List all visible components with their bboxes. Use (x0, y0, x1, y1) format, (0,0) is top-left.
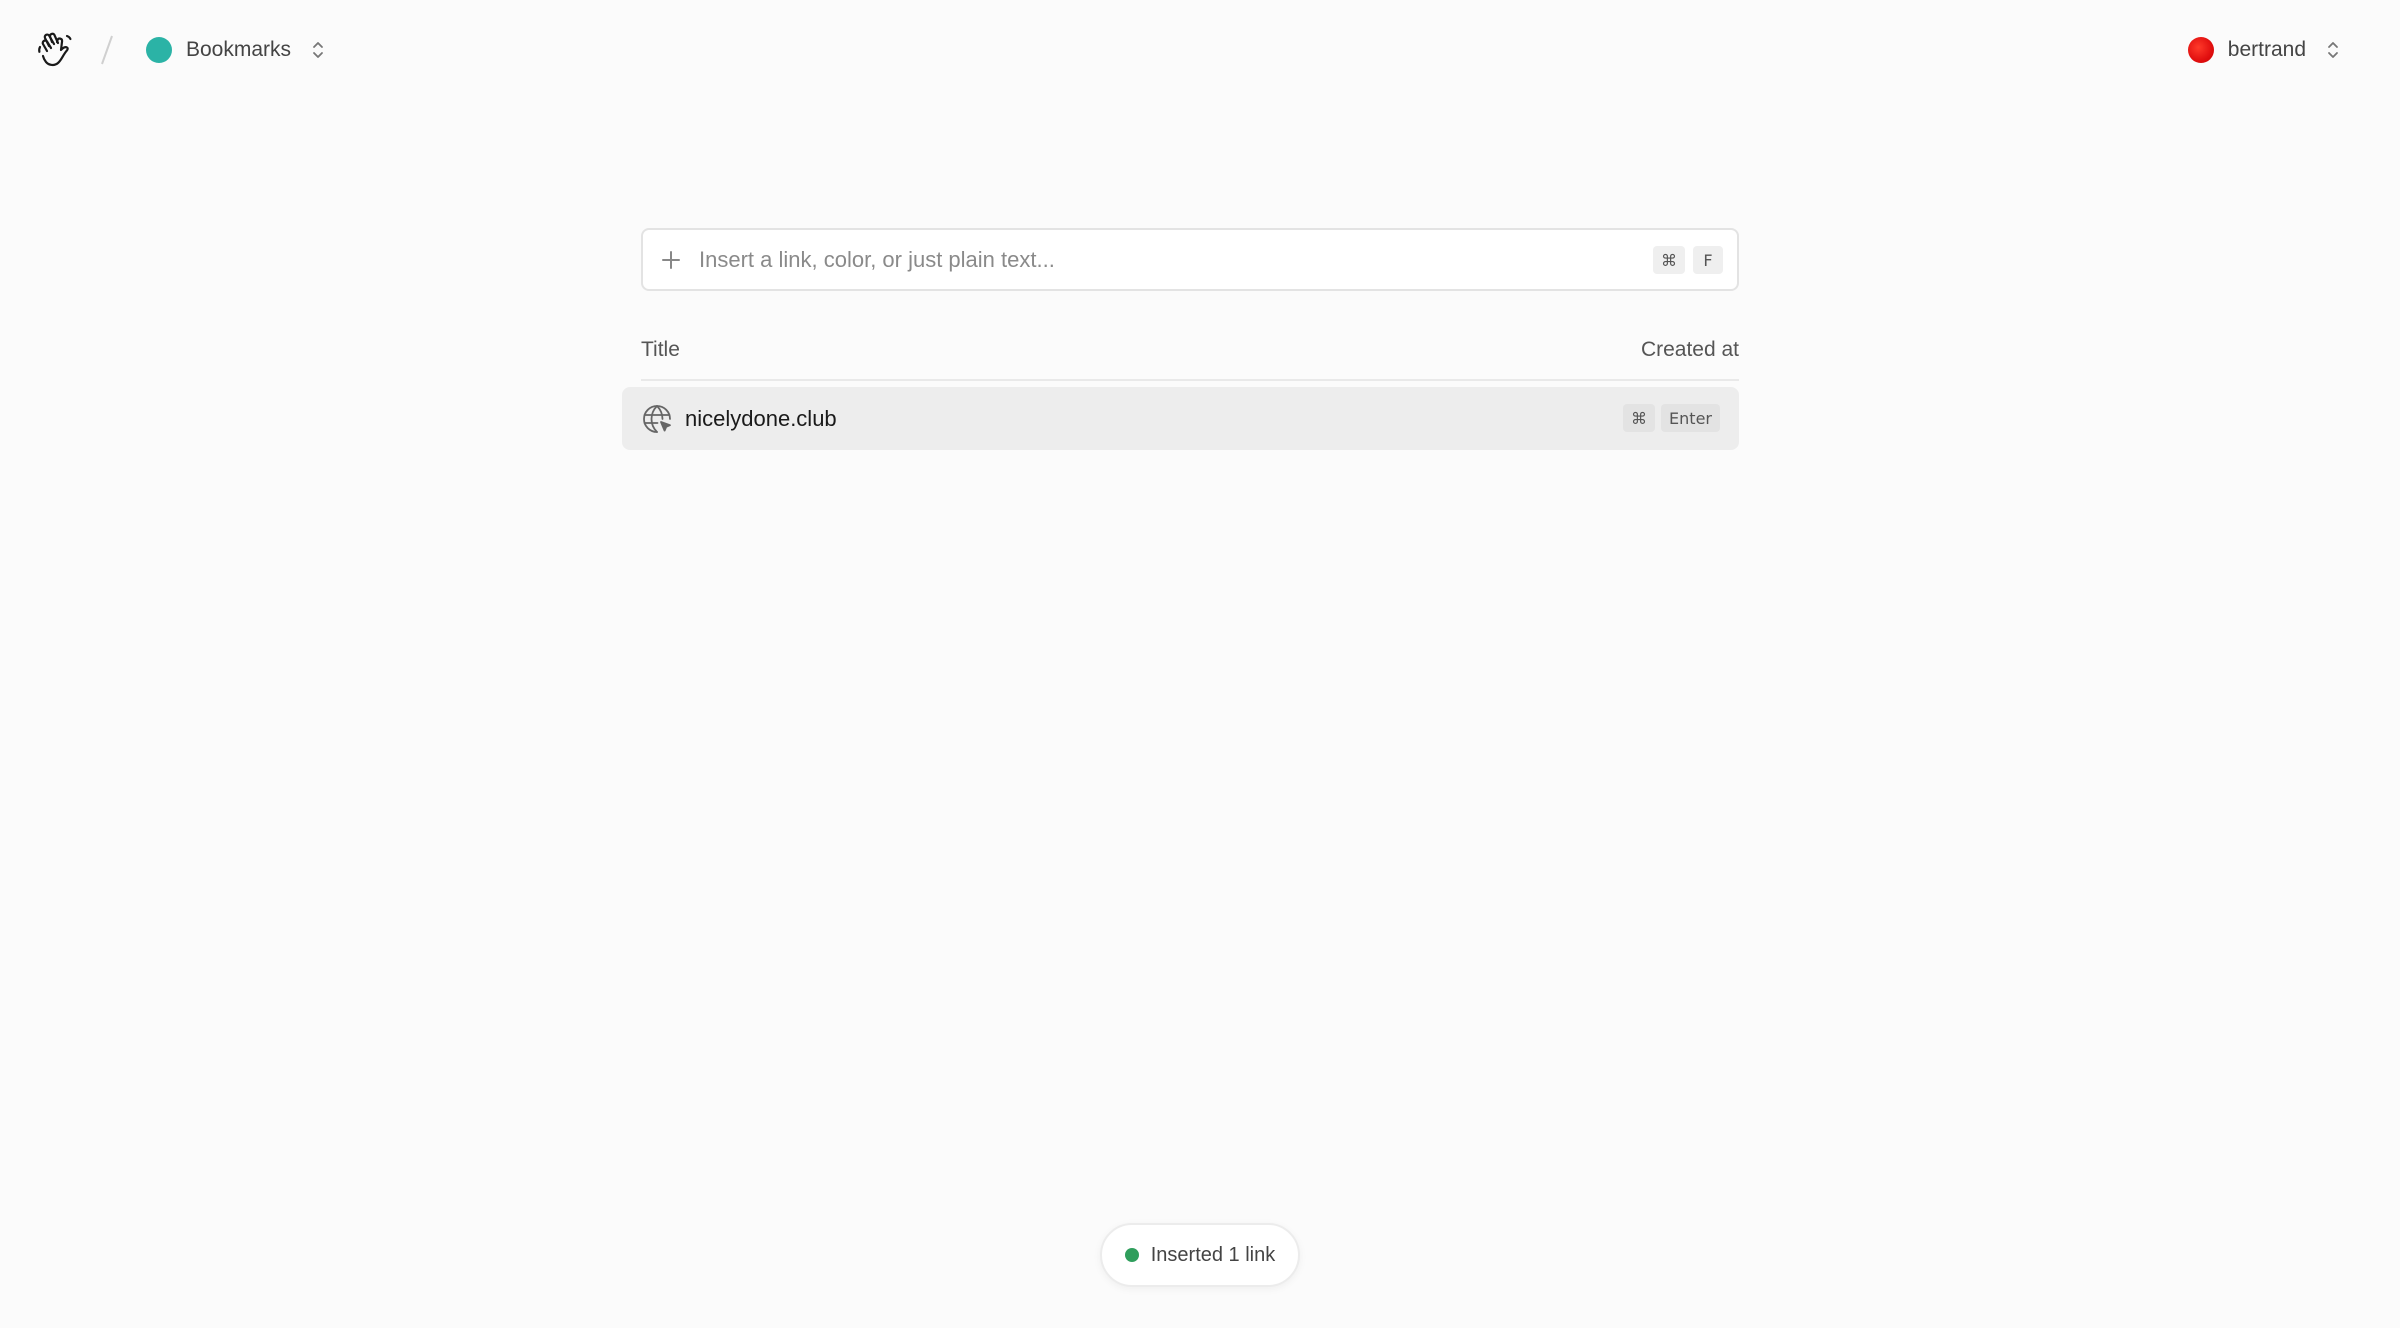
column-created-at-header[interactable]: Created at (1641, 337, 1739, 363)
column-title-header[interactable]: Title (641, 337, 680, 363)
avatar (2187, 37, 2214, 63)
kbd-enter: Enter (1661, 404, 1720, 432)
top-bar: Bookmarks bertrand (0, 0, 2400, 100)
insert-input[interactable] (697, 230, 1597, 289)
kbd-command: ⌘ (1623, 404, 1656, 432)
kbd-command: ⌘ (1653, 246, 1685, 274)
breadcrumb-divider (100, 34, 114, 66)
plus-icon (661, 250, 681, 270)
toast-status-dot (1124, 1248, 1139, 1262)
chevron-updown-icon (2326, 40, 2340, 60)
table-row[interactable]: nicelydone.club ⌘ Enter (622, 387, 1739, 450)
focus-shortcut: ⌘ F (1653, 246, 1723, 274)
toast-label: Inserted 1 link (1150, 1243, 1276, 1266)
table-header: Title Created at (641, 337, 1739, 381)
waving-hand-icon[interactable] (36, 30, 76, 70)
bookmark-title: nicelydone.club (685, 406, 837, 431)
chevron-updown-icon (311, 40, 325, 60)
kbd-f: F (1693, 246, 1723, 274)
space-label: Bookmarks (186, 38, 292, 61)
toast-notification: Inserted 1 link (1100, 1223, 1300, 1287)
open-shortcut: ⌘ Enter (1623, 404, 1720, 432)
main-content: ⌘ F Title Created at nicelydone.club ⌘ E… (622, 228, 1739, 450)
user-label: bertrand (2227, 38, 2306, 61)
insert-box[interactable]: ⌘ F (641, 228, 1739, 291)
space-color-dot (146, 37, 172, 63)
space-switcher[interactable]: Bookmarks (146, 30, 325, 70)
globe-icon (641, 403, 673, 435)
user-switcher[interactable]: bertrand (2187, 30, 2340, 70)
